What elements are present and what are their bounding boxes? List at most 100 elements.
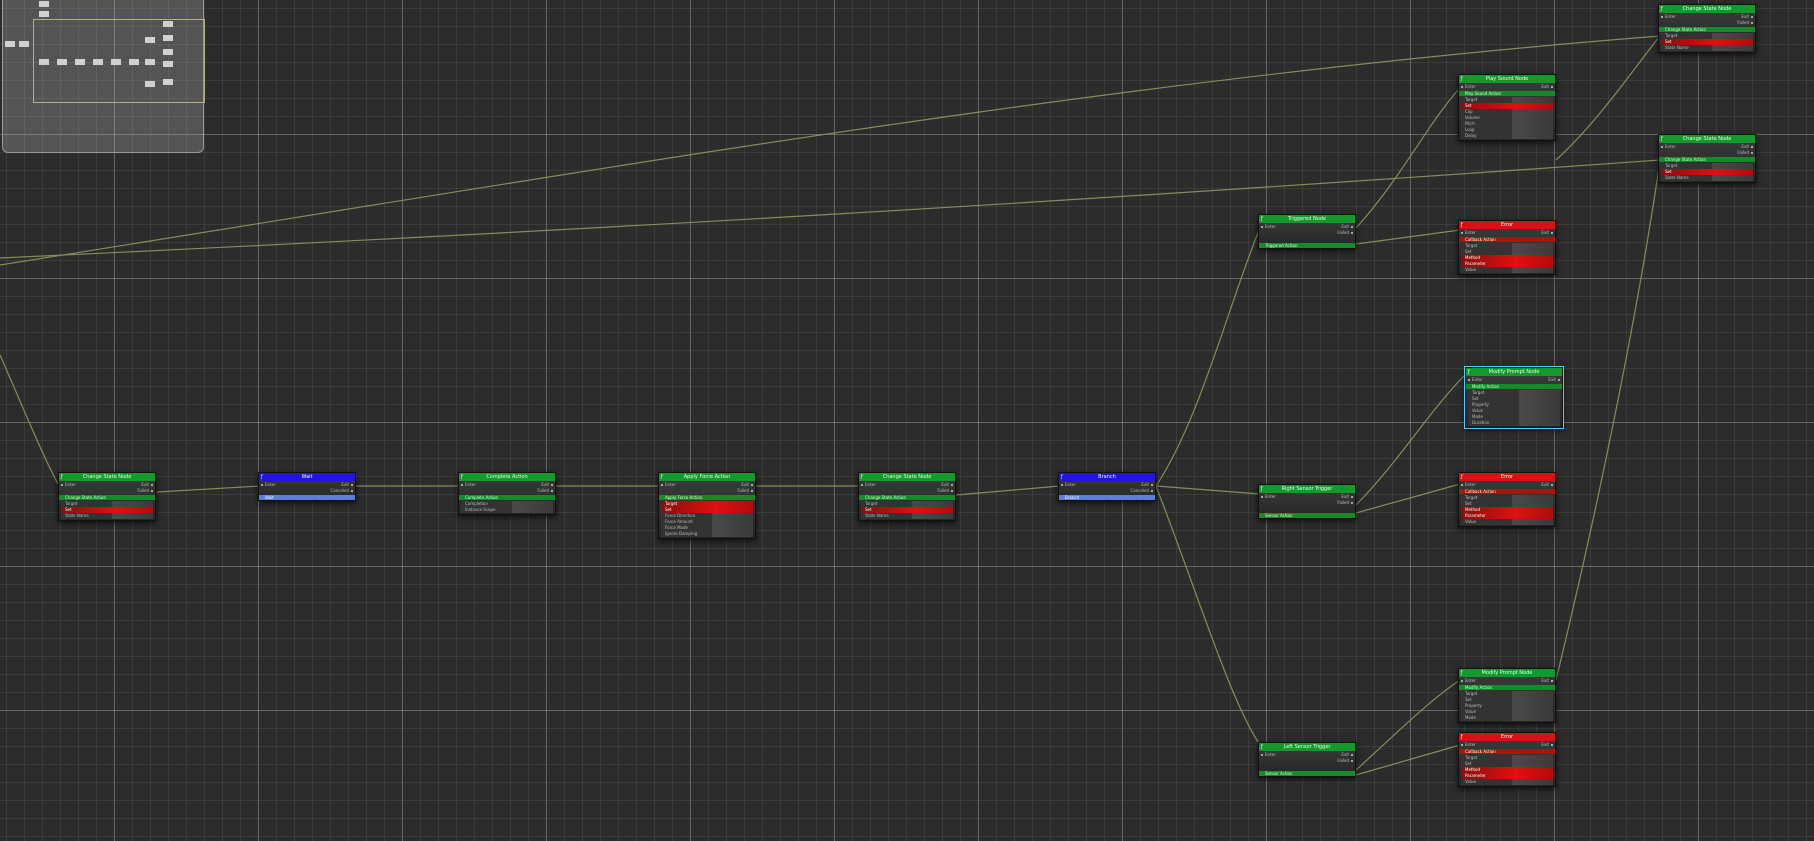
change-state-node[interactable]: ƒ Change State Node Enter Exit Failed Chan… bbox=[1658, 134, 1756, 183]
action-section[interactable]: Wait bbox=[259, 495, 355, 500]
node-header[interactable]: ƒ Play Sound Node bbox=[1459, 75, 1555, 83]
output-pin[interactable] bbox=[1351, 754, 1353, 756]
output-pin[interactable] bbox=[1551, 744, 1553, 746]
node-header[interactable]: ƒ Error bbox=[1459, 221, 1555, 229]
output-pin[interactable] bbox=[951, 484, 953, 486]
property-row[interactable]: Value bbox=[1461, 519, 1553, 525]
node-header[interactable]: ƒ Complete Action bbox=[459, 473, 555, 481]
change-state-node[interactable]: ƒ Change State Node Enter Exit Failed Chan… bbox=[858, 472, 956, 521]
output-pin[interactable] bbox=[1151, 490, 1153, 492]
error-node[interactable]: ƒ Error Enter Exit Callback Action Target … bbox=[1458, 220, 1556, 275]
output-pin[interactable] bbox=[1351, 760, 1353, 762]
complete-node[interactable]: ƒ Complete Action Enter Exit Failed Comple… bbox=[458, 472, 556, 515]
property-row[interactable]: Ignore Damping bbox=[661, 531, 753, 537]
node-header[interactable]: ƒ Modify Prompt Node bbox=[1466, 368, 1562, 376]
property-row[interactable]: Instance Scope bbox=[461, 507, 553, 513]
input-pin[interactable] bbox=[661, 484, 663, 486]
node-header[interactable]: ƒ Right Sensor Trigger bbox=[1259, 485, 1355, 493]
right-sensor-node[interactable]: ƒ Right Sensor Trigger Enter Exit Failed S… bbox=[1258, 484, 1356, 519]
modify-prompt-node[interactable]: ƒ Modify Prompt Node Enter Exit Modify Act… bbox=[1458, 668, 1556, 723]
output-pin[interactable] bbox=[151, 490, 153, 492]
node-header[interactable]: ƒ Change State Node bbox=[1659, 5, 1755, 13]
output-pin[interactable] bbox=[151, 484, 153, 486]
output-pin[interactable] bbox=[751, 484, 753, 486]
input-pin[interactable] bbox=[1468, 379, 1470, 381]
output-pin[interactable] bbox=[1351, 502, 1353, 504]
output-pin[interactable] bbox=[551, 490, 553, 492]
modify-prompt-node[interactable]: ƒ Modify Prompt Node Enter Exit Modify Act… bbox=[1464, 366, 1564, 429]
action-section[interactable]: Sensor Action bbox=[1259, 771, 1355, 776]
left-sensor-node[interactable]: ƒ Left Sensor Trigger Enter Exit Failed Se… bbox=[1258, 742, 1356, 777]
property-row[interactable]: Delay bbox=[1461, 133, 1553, 139]
input-pin[interactable] bbox=[1261, 754, 1263, 756]
property-row[interactable]: State Name bbox=[61, 513, 153, 519]
action-section[interactable]: Branch bbox=[1059, 495, 1155, 500]
input-pin[interactable] bbox=[1661, 146, 1663, 148]
output-pin[interactable] bbox=[1351, 226, 1353, 228]
input-pin[interactable] bbox=[1461, 744, 1463, 746]
node-header[interactable]: ƒ Modify Prompt Node bbox=[1459, 669, 1555, 677]
output-pin[interactable] bbox=[351, 484, 353, 486]
action-section[interactable]: Sensor Action bbox=[1259, 513, 1355, 518]
triggered-node[interactable]: ƒ Triggered Node Enter Exit Failed Trigger… bbox=[1258, 214, 1356, 249]
property-row[interactable]: Mode bbox=[1461, 715, 1553, 721]
node-header[interactable]: ƒ Left Sensor Trigger bbox=[1259, 743, 1355, 751]
node-header[interactable]: ƒ Error bbox=[1459, 473, 1555, 481]
output-pin[interactable] bbox=[1551, 86, 1553, 88]
output-pin[interactable] bbox=[1558, 379, 1560, 381]
output-pin[interactable] bbox=[751, 490, 753, 492]
node-header[interactable]: ƒ Wait bbox=[259, 473, 355, 481]
input-pin[interactable] bbox=[1261, 496, 1263, 498]
property-row[interactable]: Duration bbox=[1468, 420, 1560, 426]
input-pin[interactable] bbox=[61, 484, 63, 486]
output-pin[interactable] bbox=[1551, 232, 1553, 234]
node-header[interactable]: ƒ Triggered Node bbox=[1259, 215, 1355, 223]
input-pin[interactable] bbox=[1061, 484, 1063, 486]
output-pin[interactable] bbox=[1751, 146, 1753, 148]
change-state-node[interactable]: ƒ Change State Node Enter Exit Failed Chan… bbox=[58, 472, 156, 521]
output-pin[interactable] bbox=[1151, 484, 1153, 486]
wait-node[interactable]: ƒ Wait Enter Exit Canceled Wait bbox=[258, 472, 356, 501]
property-row[interactable]: State Name bbox=[861, 513, 953, 519]
input-pin[interactable] bbox=[1661, 16, 1663, 18]
pin-label: Exit bbox=[1541, 482, 1549, 487]
minimap-panel[interactable] bbox=[2, 0, 205, 153]
input-pin[interactable] bbox=[1461, 484, 1463, 486]
change-state-node[interactable]: ƒ Change State Node Enter Exit Failed Chan… bbox=[1658, 4, 1756, 53]
property-row[interactable]: Value bbox=[1461, 267, 1553, 273]
input-pin[interactable] bbox=[1261, 226, 1263, 228]
input-pin[interactable] bbox=[1461, 86, 1463, 88]
pin-label: Exit bbox=[1548, 377, 1556, 382]
node-header[interactable]: ƒ Apply Force Action bbox=[659, 473, 755, 481]
action-section[interactable]: Triggered Action bbox=[1259, 243, 1355, 248]
output-pin[interactable] bbox=[1551, 484, 1553, 486]
branch-node[interactable]: ƒ Branch Enter Exit Canceled Branch bbox=[1058, 472, 1156, 501]
input-pin[interactable] bbox=[1461, 680, 1463, 682]
wire bbox=[1355, 87, 1461, 229]
output-pin[interactable] bbox=[1751, 16, 1753, 18]
node-header[interactable]: ƒ Change State Node bbox=[859, 473, 955, 481]
property-row[interactable]: State Name bbox=[1661, 175, 1753, 181]
output-pin[interactable] bbox=[1351, 232, 1353, 234]
property-row[interactable]: State Name bbox=[1661, 45, 1753, 51]
output-pin[interactable] bbox=[551, 484, 553, 486]
input-pin[interactable] bbox=[261, 484, 263, 486]
error-node[interactable]: ƒ Error Enter Exit Callback Action Target … bbox=[1458, 472, 1556, 527]
input-pin[interactable] bbox=[861, 484, 863, 486]
output-pin[interactable] bbox=[1551, 680, 1553, 682]
node-header[interactable]: ƒ Error bbox=[1459, 733, 1555, 741]
output-pin[interactable] bbox=[1751, 22, 1753, 24]
apply-force-node[interactable]: ƒ Apply Force Action Enter Exit Failed App… bbox=[658, 472, 756, 539]
property-row[interactable]: Value bbox=[1461, 779, 1553, 785]
output-pin[interactable] bbox=[1751, 152, 1753, 154]
error-node[interactable]: ƒ Error Enter Exit Callback Action Target … bbox=[1458, 732, 1556, 787]
output-pin[interactable] bbox=[351, 490, 353, 492]
input-pin[interactable] bbox=[461, 484, 463, 486]
node-header[interactable]: ƒ Branch bbox=[1059, 473, 1155, 481]
play-sound-node[interactable]: ƒ Play Sound Node Enter Exit Play Sound Ac… bbox=[1458, 74, 1556, 141]
node-header[interactable]: ƒ Change State Node bbox=[1659, 135, 1755, 143]
output-pin[interactable] bbox=[951, 490, 953, 492]
output-pin[interactable] bbox=[1351, 496, 1353, 498]
input-pin[interactable] bbox=[1461, 232, 1463, 234]
node-header[interactable]: ƒ Change State Node bbox=[59, 473, 155, 481]
